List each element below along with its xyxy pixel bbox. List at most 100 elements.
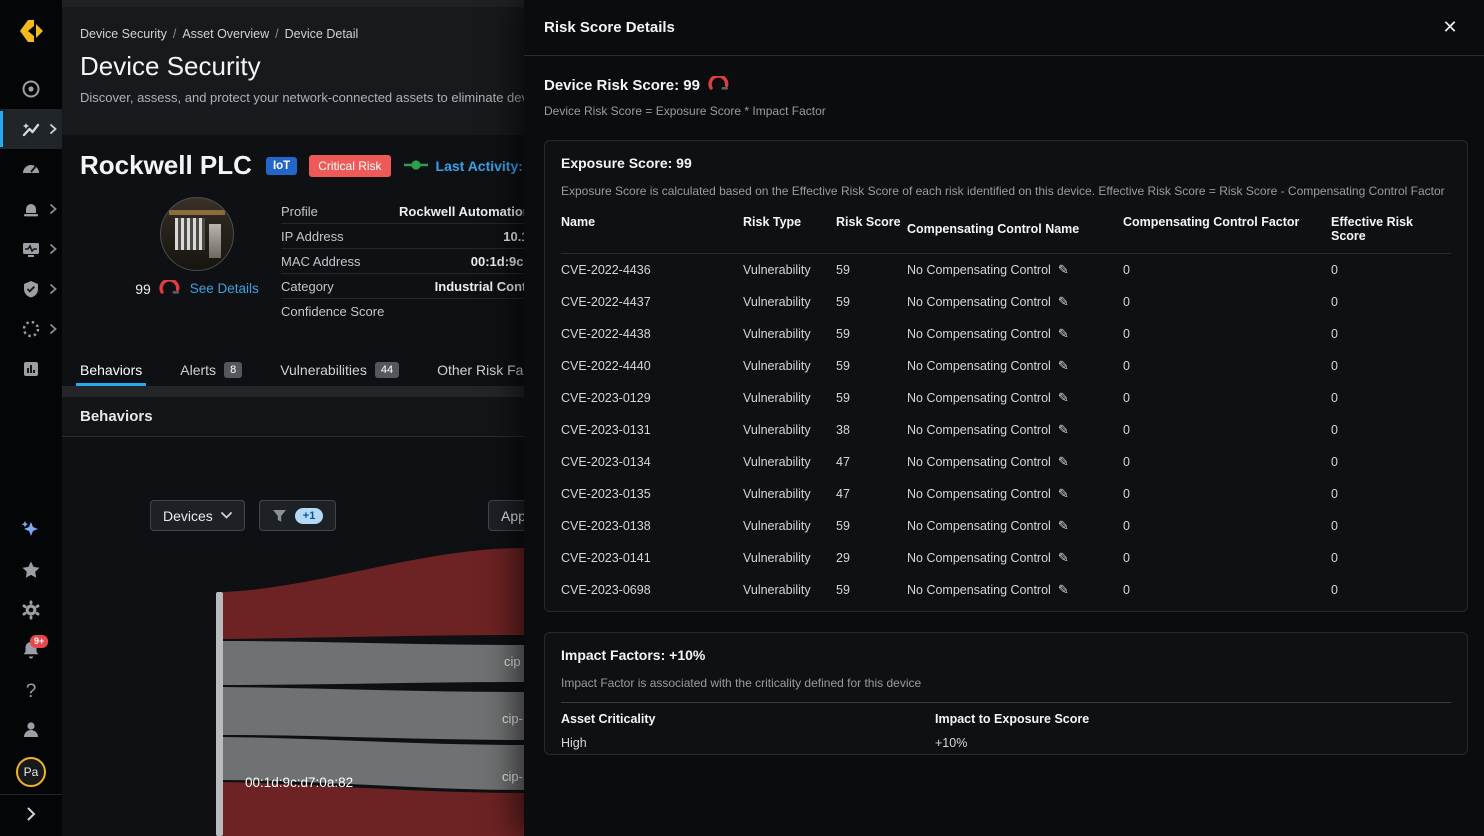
device-type-badge: IoT — [266, 157, 297, 175]
cve-link[interactable]: CVE-2022-4437 — [561, 295, 743, 309]
compensating-control-name: No Compensating Control — [907, 455, 1051, 469]
user-button[interactable] — [0, 712, 62, 752]
close-icon[interactable]: ✕ — [1436, 14, 1464, 42]
breadcrumb-item[interactable]: Asset Overview — [182, 27, 269, 41]
sidebar-item-alerts[interactable] — [0, 189, 62, 229]
edit-compensating-control-icon[interactable]: ✎ — [1058, 422, 1069, 438]
risk-score-cell: 47 — [836, 455, 907, 469]
effective-risk-score-cell: 0 — [1331, 551, 1451, 565]
table-row: CVE-2023-0131Vulnerability38No Compensat… — [561, 414, 1451, 446]
exposure-score-heading: Exposure Score: 99 — [561, 155, 1451, 171]
edit-compensating-control-icon[interactable]: ✎ — [1058, 294, 1069, 310]
effective-risk-score-cell: 0 — [1331, 263, 1451, 277]
sidebar: 9+ ? Pa — [0, 0, 62, 836]
compensating-control-factor-cell: 0 — [1123, 455, 1331, 469]
risk-level-badge: Critical Risk — [309, 155, 390, 177]
cve-link[interactable]: CVE-2022-4436 — [561, 263, 743, 277]
edit-compensating-control-icon[interactable]: ✎ — [1058, 262, 1069, 278]
compensating-control-cell: No Compensating Control✎ — [907, 550, 1123, 566]
filter-funnel-icon — [272, 509, 287, 523]
risk-type-cell: Vulnerability — [743, 551, 836, 565]
edit-compensating-control-icon[interactable]: ✎ — [1058, 486, 1069, 502]
radar-icon — [21, 79, 41, 99]
ai-assistant-button[interactable] — [0, 512, 62, 552]
compensating-control-cell: No Compensating Control✎ — [907, 326, 1123, 342]
field-label: Confidence Score — [281, 304, 384, 319]
chevron-right-icon — [49, 124, 57, 134]
cve-link[interactable]: CVE-2023-0698 — [561, 583, 743, 597]
settings-button[interactable] — [0, 592, 62, 632]
risk-score-cell: 59 — [836, 295, 907, 309]
device-avatar-block: 99 See Details — [134, 197, 260, 297]
tab-vulnerabilities[interactable]: Vulnerabilities44 — [280, 353, 399, 386]
cve-link[interactable]: CVE-2023-0141 — [561, 551, 743, 565]
sankey-flow-red-top — [223, 548, 524, 639]
edit-compensating-control-icon[interactable]: ✎ — [1058, 358, 1069, 374]
sidebar-bottom: 9+ ? Pa — [0, 512, 62, 836]
device-photo — [160, 197, 234, 271]
sidebar-item-dashboard[interactable] — [0, 149, 62, 189]
sidebar-item-monitoring[interactable] — [0, 229, 62, 269]
edit-compensating-control-icon[interactable]: ✎ — [1058, 326, 1069, 342]
sankey-flow-label: cip- — [502, 769, 523, 784]
compensating-control-name: No Compensating Control — [907, 295, 1051, 309]
device-security-icon — [21, 119, 41, 139]
compensating-control-name: No Compensating Control — [907, 391, 1051, 405]
risk-type-cell: Vulnerability — [743, 455, 836, 469]
sidebar-item-processes[interactable] — [0, 309, 62, 349]
help-icon: ? — [26, 681, 37, 703]
table-row: CVE-2023-0933Vulnerability59No Compensat… — [561, 606, 1451, 612]
risk-gauge-icon — [708, 76, 731, 94]
compensating-control-cell: No Compensating Control✎ — [907, 422, 1123, 438]
edit-compensating-control-icon[interactable]: ✎ — [1058, 390, 1069, 406]
favorites-button[interactable] — [0, 552, 62, 592]
compensating-control-cell: No Compensating Control✎ — [907, 518, 1123, 534]
see-details-link[interactable]: See Details — [190, 281, 259, 296]
cve-link[interactable]: CVE-2023-0134 — [561, 455, 743, 469]
tab-behaviors[interactable]: Behaviors — [80, 353, 142, 386]
sidebar-collapse-button[interactable] — [0, 796, 62, 836]
risk-type-cell: Vulnerability — [743, 423, 836, 437]
notifications-button[interactable]: 9+ — [0, 632, 62, 672]
asset-criticality-cell: High — [561, 736, 935, 750]
compensating-control-cell: No Compensating Control✎ — [907, 582, 1123, 598]
account-avatar[interactable]: Pa — [0, 752, 62, 792]
compensating-control-cell: No Compensating Control ✎ — [907, 390, 1123, 406]
cve-link[interactable]: CVE-2023-0138 — [561, 519, 743, 533]
help-button[interactable]: ? — [0, 672, 62, 712]
report-icon — [21, 359, 41, 379]
cve-link[interactable]: CVE-2022-4438 — [561, 327, 743, 341]
device-fields: ProfileRockwell Automation PIP Address10… — [281, 199, 543, 324]
sidebar-item-device-security[interactable] — [0, 109, 62, 149]
cve-link[interactable]: CVE-2023-0131 — [561, 423, 743, 437]
user-icon — [20, 719, 42, 746]
filter-button[interactable]: +1 — [259, 500, 337, 531]
cve-link[interactable]: CVE-2023-0135 — [561, 487, 743, 501]
behaviors-sankey-chart[interactable]: 00:1d:9c:d7:0a:82 cip cip- cip- — [150, 540, 524, 836]
risk-score-details-panel: Risk Score Details ✕ Device Risk Score: … — [524, 0, 1484, 836]
edit-compensating-control-icon[interactable]: ✎ — [1058, 582, 1069, 598]
exposure-table-body: CVE-2022-4436Vulnerability59No Compensat… — [561, 254, 1451, 612]
table-row: CVE-2022-4440Vulnerability59No Compensat… — [561, 350, 1451, 382]
edit-compensating-control-icon[interactable]: ✎ — [1058, 454, 1069, 470]
sidebar-item-reports[interactable] — [0, 349, 62, 389]
effective-risk-score-cell: 0 — [1331, 423, 1451, 437]
risk-score-cell: 59 — [836, 263, 907, 277]
tab-alerts[interactable]: Alerts8 — [180, 353, 242, 386]
shield-check-icon — [21, 279, 41, 299]
chevron-right-icon — [49, 284, 57, 294]
devices-dropdown[interactable]: Devices — [150, 500, 245, 531]
breadcrumb-item[interactable]: Device Detail — [285, 27, 359, 41]
sidebar-item-protection[interactable] — [0, 269, 62, 309]
device-field-row: ProfileRockwell Automation P — [281, 199, 543, 224]
app-logo-icon[interactable] — [12, 12, 50, 50]
cve-link[interactable]: CVE-2023-0129 — [561, 391, 743, 405]
edit-compensating-control-icon[interactable]: ✎ — [1058, 518, 1069, 534]
edit-compensating-control-icon[interactable]: ✎ — [1058, 550, 1069, 566]
risk-type-cell: Vulnerability — [743, 391, 836, 405]
cve-link[interactable]: CVE-2022-4440 — [561, 359, 743, 373]
breadcrumb-item[interactable]: Device Security — [80, 27, 167, 41]
sidebar-item-radar[interactable] — [0, 69, 62, 109]
last-activity-label[interactable]: Last Activity: — [436, 158, 523, 174]
risk-score-cell: 38 — [836, 423, 907, 437]
